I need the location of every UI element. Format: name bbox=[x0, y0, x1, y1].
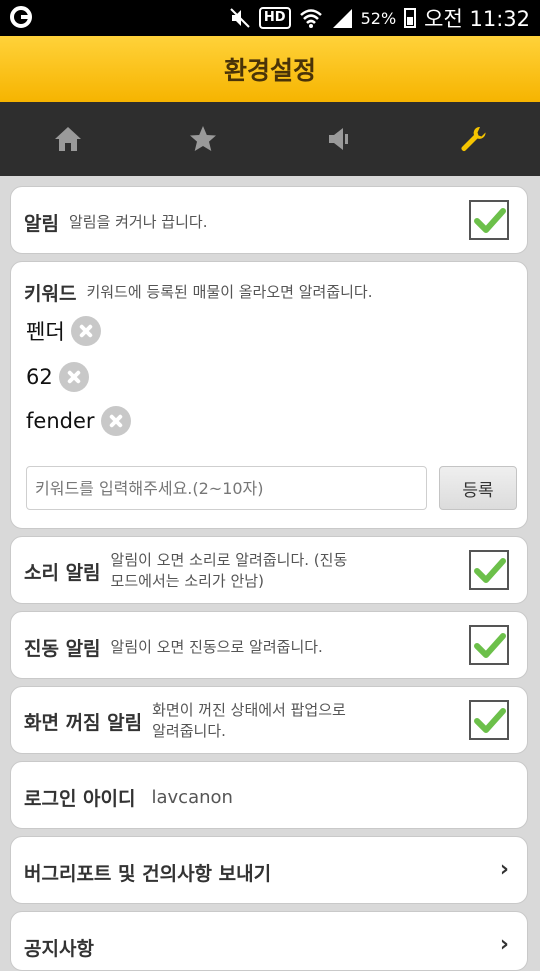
setting-vibrate[interactable]: 진동 알림 알림이 오면 진동으로 알려줍니다. bbox=[10, 611, 528, 679]
sound-checkbox[interactable] bbox=[469, 550, 509, 590]
status-bar: HD 52% 오전 11:32 bbox=[0, 0, 540, 36]
keyword-item: fender bbox=[26, 406, 131, 436]
setting-label: 로그인 아이디 bbox=[24, 788, 136, 810]
setting-alarm[interactable]: 알림 알림을 켜거나 끕니다. bbox=[10, 186, 528, 254]
page-title: 환경설정 bbox=[223, 56, 316, 85]
delete-keyword-button[interactable] bbox=[100, 406, 131, 436]
wrench-icon bbox=[461, 126, 486, 151]
keyword-text: fender bbox=[26, 409, 95, 433]
app-notification-icon bbox=[10, 6, 32, 28]
speaker-icon bbox=[328, 128, 348, 150]
setting-label: 버그리포트 및 건의사항 보내기 bbox=[24, 863, 272, 885]
setting-desc: 알림이 오면 소리로 알려줍니다. (진동 모드에서는 소리가 안남) bbox=[110, 551, 348, 590]
setting-label: 진동 알림 bbox=[24, 638, 101, 660]
setting-label: 키워드 bbox=[24, 283, 77, 305]
battery-icon bbox=[404, 8, 417, 28]
keyword-text: 62 bbox=[26, 365, 53, 389]
signal-icon bbox=[332, 9, 352, 28]
chevron-right-icon: › bbox=[499, 932, 509, 957]
setting-desc: 키워드에 등록된 매물이 올라오면 알려줍니다. bbox=[86, 283, 373, 301]
title-bar: 환경설정 bbox=[0, 36, 540, 102]
setting-label: 알림 bbox=[24, 213, 59, 235]
setting-screen-off[interactable]: 화면 꺼짐 알림 화면이 꺼진 상태에서 팝업으로 알려줍니다. bbox=[10, 686, 528, 754]
tab-favorites[interactable] bbox=[135, 102, 270, 176]
login-id-value: lavcanon bbox=[151, 787, 233, 808]
setting-desc: 알림을 켜거나 끕니다. bbox=[68, 213, 208, 231]
tab-settings[interactable] bbox=[405, 102, 540, 176]
chevron-right-icon: › bbox=[499, 857, 509, 882]
checkmark-icon bbox=[474, 558, 506, 583]
setting-desc: 화면이 꺼진 상태에서 팝업으로 알려줍니다. bbox=[152, 701, 346, 740]
delete-keyword-button[interactable] bbox=[58, 362, 89, 392]
home-icon bbox=[54, 127, 81, 151]
screen-off-checkbox[interactable] bbox=[469, 700, 509, 740]
mute-icon bbox=[230, 8, 250, 28]
vibrate-checkbox[interactable] bbox=[469, 625, 509, 665]
checkmark-icon bbox=[474, 208, 506, 233]
keyword-text: 펜더 bbox=[26, 320, 65, 344]
setting-sound[interactable]: 소리 알림 알림이 오면 소리로 알려줍니다. (진동 모드에서는 소리가 안남… bbox=[10, 536, 528, 604]
delete-keyword-button[interactable] bbox=[70, 316, 101, 346]
setting-login-id: 로그인 아이디 lavcanon bbox=[10, 761, 528, 829]
keyword-input[interactable] bbox=[26, 466, 427, 510]
setting-notice[interactable]: 공지사항 › bbox=[10, 911, 528, 971]
setting-keyword: 키워드 키워드에 등록된 매물이 올라오면 알려줍니다. 펜더 62 fende… bbox=[10, 261, 528, 529]
setting-label: 소리 알림 bbox=[24, 561, 101, 584]
tab-bar bbox=[0, 102, 540, 176]
star-icon bbox=[189, 126, 216, 151]
hd-voice-icon: HD bbox=[258, 7, 291, 29]
wifi-icon bbox=[299, 9, 322, 28]
setting-label: 공지사항 bbox=[24, 938, 94, 960]
setting-bug-report[interactable]: 버그리포트 및 건의사항 보내기 › bbox=[10, 836, 528, 904]
setting-label: 화면 꺼짐 알림 bbox=[24, 711, 143, 734]
keyword-item: 펜더 bbox=[26, 316, 101, 346]
clock: 오전 11:32 bbox=[424, 7, 530, 31]
setting-desc: 알림이 오면 진동으로 알려줍니다. bbox=[110, 638, 323, 656]
checkmark-icon bbox=[474, 633, 506, 658]
keyword-item: 62 bbox=[26, 362, 89, 392]
alarm-checkbox[interactable] bbox=[469, 200, 509, 240]
battery-percent: 52% bbox=[360, 8, 397, 28]
tab-home[interactable] bbox=[0, 102, 135, 176]
checkmark-icon bbox=[474, 708, 506, 733]
tab-notice[interactable] bbox=[270, 102, 405, 176]
register-keyword-button[interactable]: 등록 bbox=[439, 466, 517, 510]
